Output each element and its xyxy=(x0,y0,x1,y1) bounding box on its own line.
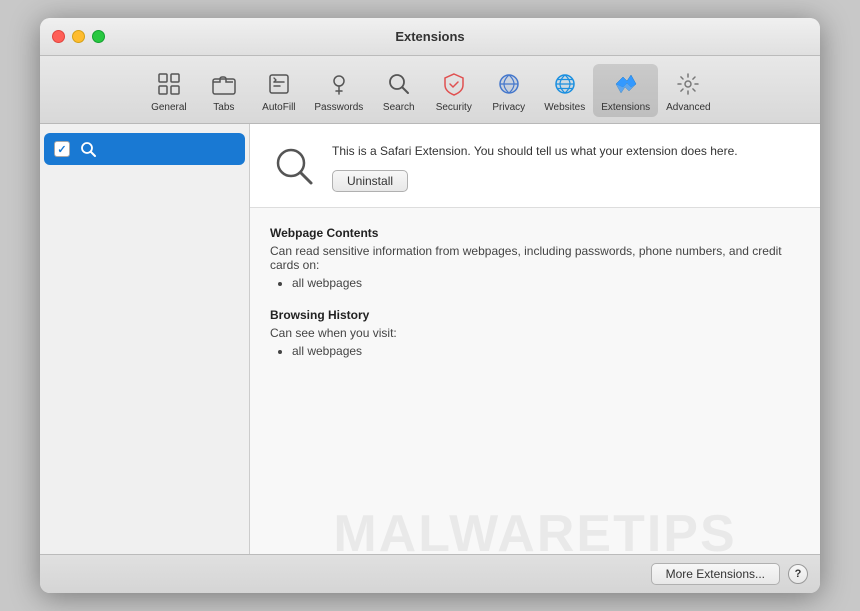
security-label: Security xyxy=(436,102,472,113)
maximize-button[interactable] xyxy=(92,30,105,43)
advanced-icon xyxy=(672,68,704,100)
search-label: Search xyxy=(383,102,415,113)
help-button[interactable]: ? xyxy=(788,564,808,584)
webpage-contents-list: all webpages xyxy=(270,276,800,290)
bottom-bar: More Extensions... ? xyxy=(40,554,820,593)
extension-checkbox[interactable]: ✓ xyxy=(54,141,70,157)
extension-description: This is a Safari Extension. You should t… xyxy=(332,142,800,160)
more-extensions-button[interactable]: More Extensions... xyxy=(651,563,780,585)
webpage-contents-title: Webpage Contents xyxy=(270,226,800,240)
advanced-label: Advanced xyxy=(666,102,710,113)
search-icon xyxy=(383,68,415,100)
security-icon xyxy=(438,68,470,100)
titlebar: Extensions xyxy=(40,18,820,56)
sidebar-extension-icon xyxy=(78,139,98,159)
toolbar-item-extensions[interactable]: Extensions xyxy=(593,64,658,117)
sidebar: ✓ xyxy=(40,124,250,554)
toolbar: General Tabs AutoFill xyxy=(40,56,820,124)
check-icon: ✓ xyxy=(57,143,66,156)
browsing-history-list: all webpages xyxy=(270,344,800,358)
uninstall-button[interactable]: Uninstall xyxy=(332,170,408,192)
toolbar-item-search[interactable]: Search xyxy=(371,64,426,117)
toolbar-item-passwords[interactable]: Passwords xyxy=(306,64,371,117)
webpage-list-item: all webpages xyxy=(292,276,800,290)
passwords-label: Passwords xyxy=(314,102,363,113)
toolbar-item-advanced[interactable]: Advanced xyxy=(658,64,718,117)
watermark: MALWARETIPS xyxy=(333,504,736,554)
general-label: General xyxy=(151,102,187,113)
window-title: Extensions xyxy=(395,29,464,44)
tabs-icon xyxy=(208,68,240,100)
general-icon xyxy=(153,68,185,100)
minimize-button[interactable] xyxy=(72,30,85,43)
autofill-icon xyxy=(263,68,295,100)
main-window: Extensions General Tabs xyxy=(40,18,820,593)
toolbar-item-autofill[interactable]: AutoFill xyxy=(251,64,306,117)
websites-label: Websites xyxy=(544,102,585,113)
privacy-label: Privacy xyxy=(492,102,525,113)
toolbar-item-privacy[interactable]: Privacy xyxy=(481,64,536,117)
close-button[interactable] xyxy=(52,30,65,43)
extension-header: This is a Safari Extension. You should t… xyxy=(250,124,820,208)
window-controls xyxy=(52,30,105,43)
extension-header-icon xyxy=(270,142,318,190)
webpage-contents-desc: Can read sensitive information from webp… xyxy=(270,244,800,272)
toolbar-item-tabs[interactable]: Tabs xyxy=(196,64,251,117)
browsing-history-desc: Can see when you visit: xyxy=(270,326,800,340)
browsing-history-title: Browsing History xyxy=(270,308,800,322)
privacy-icon xyxy=(493,68,525,100)
toolbar-item-general[interactable]: General xyxy=(141,64,196,117)
detail-pane: This is a Safari Extension. You should t… xyxy=(250,124,820,554)
sidebar-item-search-ext[interactable]: ✓ xyxy=(44,133,245,165)
passwords-icon xyxy=(323,68,355,100)
websites-icon xyxy=(549,68,581,100)
autofill-label: AutoFill xyxy=(262,102,295,113)
history-list-item: all webpages xyxy=(292,344,800,358)
main-content: ✓ xyxy=(40,124,820,554)
extensions-icon xyxy=(610,68,642,100)
toolbar-item-security[interactable]: Security xyxy=(426,64,481,117)
toolbar-item-websites[interactable]: Websites xyxy=(536,64,593,117)
extension-info: This is a Safari Extension. You should t… xyxy=(332,142,800,192)
extensions-label: Extensions xyxy=(601,102,650,113)
tabs-label: Tabs xyxy=(213,102,234,113)
permission-group-history: Browsing History Can see when you visit:… xyxy=(270,308,800,358)
permission-group-webpage: Webpage Contents Can read sensitive info… xyxy=(270,226,800,290)
permissions-section: Webpage Contents Can read sensitive info… xyxy=(250,208,820,554)
